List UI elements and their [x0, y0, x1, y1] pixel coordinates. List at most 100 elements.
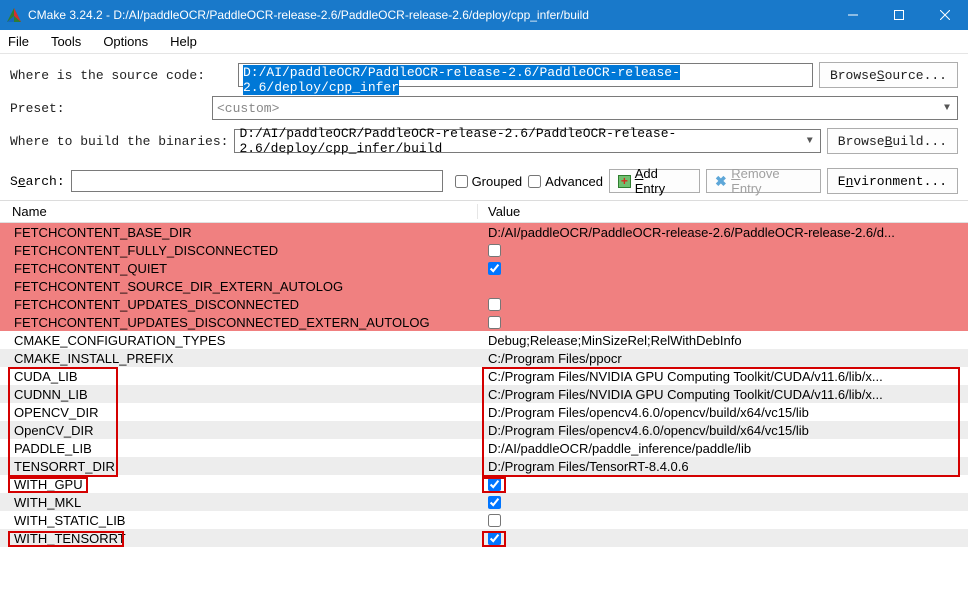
cell-name: FETCHCONTENT_SOURCE_DIR_EXTERN_AUTOLOG — [0, 279, 478, 294]
value-checkbox[interactable] — [488, 262, 501, 275]
build-input[interactable]: D:/AI/paddleOCR/PaddleOCR-release-2.6/Pa… — [234, 129, 820, 153]
minimize-button[interactable] — [830, 0, 876, 30]
cell-value[interactable]: D:/Program Files/opencv4.6.0/opencv/buil… — [478, 405, 968, 420]
maximize-button[interactable] — [876, 0, 922, 30]
environment-button[interactable]: Environment... — [827, 168, 958, 194]
remove-entry-button[interactable]: ✖ Remove Entry — [706, 169, 821, 193]
preset-select[interactable]: <custom> ▼ — [212, 96, 958, 120]
menubar: File Tools Options Help — [0, 30, 968, 54]
table-row[interactable]: OpenCV_DIRD:/Program Files/opencv4.6.0/o… — [0, 421, 968, 439]
cell-name: FETCHCONTENT_BASE_DIR — [0, 225, 478, 240]
cmake-icon — [6, 7, 22, 23]
table-row[interactable]: TENSORRT_DIRD:/Program Files/TensorRT-8.… — [0, 457, 968, 475]
column-value[interactable]: Value — [478, 204, 968, 219]
table-row[interactable]: WITH_STATIC_LIB — [0, 511, 968, 529]
table-row[interactable]: WITH_MKL — [0, 493, 968, 511]
build-label: Where to build the binaries: — [10, 134, 228, 149]
search-label: Search: — [10, 174, 65, 189]
search-input[interactable] — [71, 170, 443, 192]
cell-name: CUDA_LIB — [0, 369, 478, 384]
table-row[interactable]: CMAKE_INSTALL_PREFIXC:/Program Files/ppo… — [0, 349, 968, 367]
menu-tools[interactable]: Tools — [51, 34, 81, 49]
chevron-down-icon: ▼ — [807, 136, 816, 147]
toolbar: Search: Grouped Advanced + Add Entry ✖ R… — [0, 166, 968, 200]
cell-value[interactable]: C:/Program Files/ppocr — [478, 351, 968, 366]
cell-value[interactable] — [478, 298, 968, 311]
form-area: Where is the source code: D:/AI/paddleOC… — [0, 54, 968, 166]
value-checkbox[interactable] — [488, 298, 501, 311]
table-row[interactable]: CMAKE_CONFIGURATION_TYPESDebug;Release;M… — [0, 331, 968, 349]
browse-source-button[interactable]: Browse Source... — [819, 62, 958, 88]
window-controls — [830, 0, 968, 30]
table-body: FETCHCONTENT_BASE_DIRD:/AI/paddleOCR/Pad… — [0, 223, 968, 547]
browse-build-button[interactable]: Browse Build... — [827, 128, 958, 154]
cell-value[interactable] — [478, 514, 968, 527]
table-row[interactable]: CUDNN_LIBC:/Program Files/NVIDIA GPU Com… — [0, 385, 968, 403]
value-checkbox[interactable] — [488, 478, 501, 491]
cell-value[interactable] — [478, 478, 968, 491]
chevron-down-icon: ▼ — [944, 103, 953, 114]
cell-name: WITH_GPU — [0, 477, 478, 492]
table-row[interactable]: FETCHCONTENT_UPDATES_DISCONNECTED_EXTERN… — [0, 313, 968, 331]
value-checkbox[interactable] — [488, 514, 501, 527]
close-button[interactable] — [922, 0, 968, 30]
table-row[interactable]: PADDLE_LIBD:/AI/paddleOCR/paddle_inferen… — [0, 439, 968, 457]
cell-name: TENSORRT_DIR — [0, 459, 478, 474]
cell-name: OPENCV_DIR — [0, 405, 478, 420]
titlebar: CMake 3.24.2 - D:/AI/paddleOCR/PaddleOCR… — [0, 0, 968, 30]
table-header: Name Value — [0, 201, 968, 223]
cell-name: WITH_TENSORRT — [0, 531, 478, 546]
value-checkbox[interactable] — [488, 316, 501, 329]
menu-help[interactable]: Help — [170, 34, 197, 49]
cell-value[interactable]: D:/AI/paddleOCR/PaddleOCR-release-2.6/Pa… — [478, 225, 968, 240]
value-checkbox[interactable] — [488, 532, 501, 545]
advanced-checkbox[interactable]: Advanced — [528, 174, 603, 189]
table-row[interactable]: FETCHCONTENT_BASE_DIRD:/AI/paddleOCR/Pad… — [0, 223, 968, 241]
preset-label: Preset: — [10, 101, 206, 116]
add-entry-button[interactable]: + Add Entry — [609, 169, 700, 193]
menu-file[interactable]: File — [8, 34, 29, 49]
cell-name: WITH_MKL — [0, 495, 478, 510]
cell-value[interactable] — [478, 262, 968, 275]
cell-value[interactable]: C:/Program Files/NVIDIA GPU Computing To… — [478, 369, 968, 384]
menu-options[interactable]: Options — [103, 34, 148, 49]
cell-value[interactable] — [478, 244, 968, 257]
variables-table: Name Value FETCHCONTENT_BASE_DIRD:/AI/pa… — [0, 200, 968, 611]
cell-value[interactable] — [478, 316, 968, 329]
cell-name: CUDNN_LIB — [0, 387, 478, 402]
preset-value: <custom> — [217, 101, 279, 116]
cell-name: OpenCV_DIR — [0, 423, 478, 438]
cell-value[interactable]: D:/Program Files/TensorRT-8.4.0.6 — [478, 459, 968, 474]
cell-name: FETCHCONTENT_QUIET — [0, 261, 478, 276]
cell-name: FETCHCONTENT_FULLY_DISCONNECTED — [0, 243, 478, 258]
cell-value[interactable] — [478, 496, 968, 509]
build-value: D:/AI/paddleOCR/PaddleOCR-release-2.6/Pa… — [239, 126, 806, 156]
cell-value[interactable] — [478, 532, 968, 545]
value-checkbox[interactable] — [488, 496, 501, 509]
window-title: CMake 3.24.2 - D:/AI/paddleOCR/PaddleOCR… — [28, 8, 830, 22]
column-name[interactable]: Name — [0, 204, 478, 219]
table-row[interactable]: CUDA_LIBC:/Program Files/NVIDIA GPU Comp… — [0, 367, 968, 385]
cell-name: CMAKE_INSTALL_PREFIX — [0, 351, 478, 366]
cell-value[interactable]: Debug;Release;MinSizeRel;RelWithDebInfo — [478, 333, 968, 348]
cell-value[interactable]: D:/AI/paddleOCR/paddle_inference/paddle/… — [478, 441, 968, 456]
grouped-checkbox[interactable]: Grouped — [455, 174, 523, 189]
cell-name: WITH_STATIC_LIB — [0, 513, 478, 528]
cell-value[interactable]: C:/Program Files/NVIDIA GPU Computing To… — [478, 387, 968, 402]
table-row[interactable]: FETCHCONTENT_QUIET — [0, 259, 968, 277]
table-row[interactable]: WITH_TENSORRT — [0, 529, 968, 547]
source-input-value: D:/AI/paddleOCR/PaddleOCR-release-2.6/Pa… — [243, 65, 680, 95]
cell-name: CMAKE_CONFIGURATION_TYPES — [0, 333, 478, 348]
source-label: Where is the source code: — [10, 68, 232, 83]
table-row[interactable]: OPENCV_DIRD:/Program Files/opencv4.6.0/o… — [0, 403, 968, 421]
cell-value[interactable]: D:/Program Files/opencv4.6.0/opencv/buil… — [478, 423, 968, 438]
value-checkbox[interactable] — [488, 244, 501, 257]
table-row[interactable]: FETCHCONTENT_SOURCE_DIR_EXTERN_AUTOLOG — [0, 277, 968, 295]
cell-name: FETCHCONTENT_UPDATES_DISCONNECTED — [0, 297, 478, 312]
plus-icon: + — [618, 175, 631, 188]
minus-icon: ✖ — [715, 175, 728, 188]
table-row[interactable]: FETCHCONTENT_FULLY_DISCONNECTED — [0, 241, 968, 259]
table-row[interactable]: WITH_GPU — [0, 475, 968, 493]
table-row[interactable]: FETCHCONTENT_UPDATES_DISCONNECTED — [0, 295, 968, 313]
source-input[interactable]: D:/AI/paddleOCR/PaddleOCR-release-2.6/Pa… — [238, 63, 813, 87]
